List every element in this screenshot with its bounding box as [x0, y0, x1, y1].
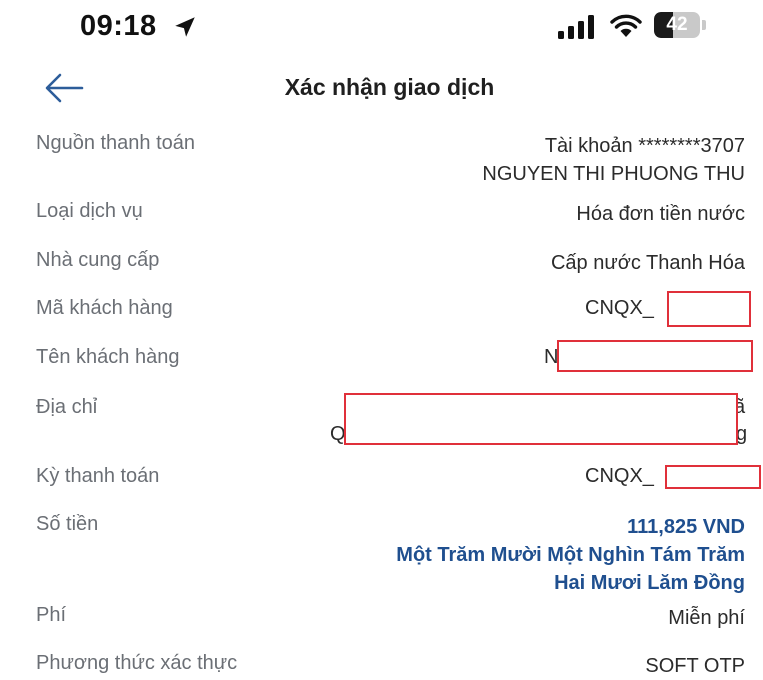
address-label: Địa chỉ [36, 396, 98, 418]
source-account: Tài khoản ********3707 [544, 135, 745, 157]
auth-method-label: Phương thức xác thực [36, 652, 238, 674]
location-arrow-icon [175, 17, 195, 37]
page-title: Xác nhận giao dịch [284, 74, 495, 100]
customer-code-label: Mã khách hàng [36, 297, 173, 319]
wifi-icon [610, 14, 642, 37]
clock-time: 09:18 [80, 10, 157, 42]
battery-percentage: 42 [666, 14, 688, 35]
redacted-customer-name [557, 340, 753, 372]
cellular-signal-icon [558, 15, 594, 39]
billing-period-label: Kỳ thanh toán [36, 465, 160, 487]
source-holder-name: NGUYEN THI PHUONG THU [482, 163, 745, 185]
billing-period-prefix: CNQX_ [585, 465, 654, 487]
service-type-value: Hóa đơn tiền nước [576, 203, 745, 225]
customer-name-label: Tên khách hàng [36, 346, 180, 368]
customer-code-prefix: CNQX_ [585, 297, 654, 319]
source-label: Nguồn thanh toán [36, 132, 196, 154]
amount-in-words-2: Hai Mươi Lăm Đồng [554, 572, 745, 594]
battery-icon: 42 [654, 12, 710, 40]
amount-number: 111,825 VND [627, 516, 745, 538]
amount-value: 111,825 VND Một Trăm Mười Một Nghìn Tám … [396, 513, 745, 597]
amount-in-words-1: Một Trăm Mười Một Nghìn Tám Trăm [396, 544, 745, 566]
redacted-billing-period [665, 465, 761, 489]
provider-label: Nhà cung cấp [36, 249, 160, 271]
redacted-customer-code [667, 291, 751, 327]
amount-label: Số tiền [36, 513, 99, 535]
fee-label: Phí [36, 604, 67, 626]
fee-value: Miễn phí [668, 607, 745, 629]
redacted-address [344, 393, 738, 445]
provider-value: Cấp nước Thanh Hóa [550, 252, 745, 274]
status-bar: 09:18 42 [0, 0, 763, 60]
service-type-label: Loại dịch vụ [36, 200, 143, 222]
source-value: Tài khoản ********3707 NGUYEN THI PHUONG… [482, 132, 745, 188]
header: Xác nhận giao dịch [0, 62, 763, 114]
